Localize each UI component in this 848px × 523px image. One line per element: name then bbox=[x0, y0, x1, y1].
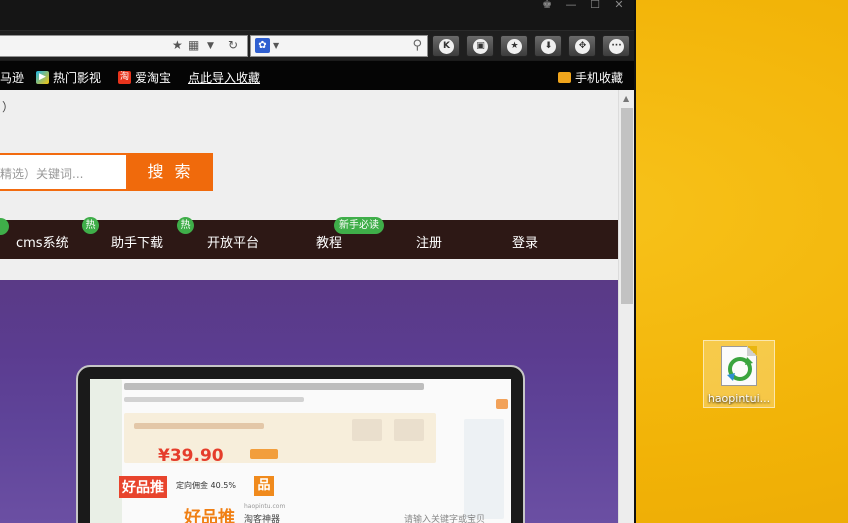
download-button[interactable]: ⬇ bbox=[534, 35, 562, 57]
scroll-thumb[interactable] bbox=[621, 108, 633, 304]
laptop-screen: ¥39.90 好品推 定向佣金 40.5% 品 好品推 haopintu.com… bbox=[90, 379, 511, 523]
lock-button[interactable]: ▣ bbox=[466, 35, 494, 57]
title-bar: ♚ — ☐ ✕ bbox=[0, 0, 634, 30]
blurred-subtitle bbox=[124, 397, 304, 402]
desktop-file-icon[interactable]: haopintui... bbox=[703, 340, 775, 410]
promo-price: ¥39.90 bbox=[158, 446, 224, 466]
k-button[interactable]: K bbox=[432, 35, 460, 57]
star-icon: ★ bbox=[507, 39, 522, 54]
haopintui-logo-large: 好品推 bbox=[184, 508, 235, 523]
header-fragment: ） bbox=[2, 100, 15, 114]
taobao-icon: 淘 bbox=[118, 71, 131, 84]
pin-badge: 品 bbox=[254, 476, 274, 496]
search-button[interactable]: 搜 索 bbox=[128, 153, 213, 191]
desktop-icon-label: haopintui... bbox=[707, 392, 771, 405]
mobile-favorites-folder[interactable]: 手机收藏 bbox=[558, 69, 623, 86]
blurred-stat bbox=[394, 419, 424, 441]
vertical-scrollbar[interactable]: ▲ bbox=[618, 90, 634, 523]
keyword-search-input[interactable]: 精选）关键词... bbox=[0, 153, 128, 191]
nav-item-open-platform[interactable]: 开放平台 bbox=[207, 232, 259, 251]
laptop-illustration: ¥39.90 好品推 定向佣金 40.5% 品 好品推 haopintu.com… bbox=[76, 365, 525, 523]
hot-badge bbox=[0, 218, 9, 235]
game-button[interactable]: ✥ bbox=[568, 35, 596, 57]
main-nav: cms系统 热 助手下载 热 开放平台 新手必读 教程 注册 登录 bbox=[0, 217, 618, 259]
skin-icon[interactable]: ♚ bbox=[536, 0, 558, 14]
baidu-paw-icon[interactable]: ✿ bbox=[255, 38, 270, 53]
search-hint: 请输入关键字或宝贝 bbox=[404, 515, 486, 523]
video-icon: ▶ bbox=[36, 71, 49, 84]
refresh-icon[interactable]: ↻ bbox=[228, 38, 238, 52]
lock-icon: ▣ bbox=[473, 39, 488, 54]
hot-badge: 热 bbox=[82, 217, 99, 234]
blurred-thumbnail bbox=[90, 379, 122, 523]
toolbar: ★ ▦ ▼ ↻ ✿ ▼ ⚲ K ▣ ★ ⬇ ✥ ··· bbox=[0, 30, 634, 60]
nav-item-login[interactable]: 登录 bbox=[512, 232, 538, 251]
download-icon: ⬇ bbox=[541, 39, 556, 54]
scroll-up-icon[interactable]: ▲ bbox=[623, 94, 629, 103]
search-engine-bar[interactable]: ✿ ▼ ⚲ bbox=[250, 35, 428, 57]
commission-text: 定向佣金 40.5% bbox=[176, 481, 236, 490]
blurred-title bbox=[124, 383, 424, 390]
search-placeholder: 精选）关键词... bbox=[0, 167, 84, 181]
qr-icon[interactable]: ▦ bbox=[188, 38, 199, 52]
more-button[interactable]: ··· bbox=[602, 35, 630, 57]
hot-badge: 热 bbox=[177, 217, 194, 234]
blurred-line bbox=[134, 423, 264, 429]
chevron-down-icon[interactable]: ▼ bbox=[207, 41, 214, 51]
sync-arrows-icon bbox=[727, 357, 753, 381]
more-icon: ··· bbox=[609, 39, 624, 54]
file-icon bbox=[721, 346, 757, 386]
blurred-tag bbox=[496, 399, 508, 409]
minimize-button[interactable]: — bbox=[560, 0, 582, 14]
nav-item-register[interactable]: 注册 bbox=[416, 232, 442, 251]
nav-item-tutorial[interactable]: 教程 bbox=[316, 232, 342, 251]
gamepad-icon: ✥ bbox=[575, 39, 590, 54]
favorite-item-taobao[interactable]: 淘 爱淘宝 bbox=[118, 69, 171, 86]
favorite-label: 马逊 bbox=[0, 71, 25, 85]
favorite-label: 点此导入收藏 bbox=[188, 71, 261, 85]
favorites-bar: 马逊 ▶ 热门影视 淘 爱淘宝 点此导入收藏 手机收藏 bbox=[0, 61, 634, 90]
brand-tagline: 淘客神器 bbox=[244, 515, 281, 523]
favorite-button[interactable]: ★ bbox=[500, 35, 528, 57]
favorite-item-video[interactable]: ▶ 热门影视 bbox=[36, 69, 101, 86]
import-favorites-link[interactable]: 点此导入收藏 bbox=[188, 69, 260, 86]
chevron-down-icon[interactable]: ▼ bbox=[273, 41, 279, 50]
folder-icon bbox=[558, 72, 571, 83]
site-url: haopintu.com bbox=[244, 503, 286, 510]
favorite-label: 手机收藏 bbox=[575, 71, 624, 85]
search-icon[interactable]: ⚲ bbox=[412, 38, 422, 53]
favorite-label: 爱淘宝 bbox=[135, 71, 172, 85]
haopintui-logo: 好品推 bbox=[119, 476, 167, 498]
blurred-sidebar bbox=[464, 419, 504, 519]
star-icon[interactable]: ★ bbox=[172, 38, 183, 52]
k-icon: K bbox=[439, 39, 454, 54]
browser-window: ♚ — ☐ ✕ ★ ▦ ▼ ↻ ✿ ▼ ⚲ K ▣ ★ ⬇ ✥ ··· 马逊 ▶… bbox=[0, 0, 636, 523]
web-page: ） 精选）关键词... 搜 索 cms系统 热 助手下载 热 开放平台 新手必读… bbox=[0, 90, 618, 523]
blurred-stat bbox=[352, 419, 382, 441]
blurred-button bbox=[250, 449, 278, 459]
favorite-label: 热门影视 bbox=[53, 71, 102, 85]
maximize-button[interactable]: ☐ bbox=[584, 0, 606, 14]
nav-item-cms[interactable]: cms系统 bbox=[16, 232, 69, 251]
promo-banner[interactable]: ¥39.90 好品推 定向佣金 40.5% 品 好品推 haopintu.com… bbox=[0, 280, 618, 523]
address-bar[interactable]: ★ ▦ ▼ ↻ bbox=[0, 35, 248, 57]
close-button[interactable]: ✕ bbox=[608, 0, 630, 14]
favorite-item-amazon[interactable]: 马逊 bbox=[0, 69, 24, 86]
nav-item-download[interactable]: 助手下载 bbox=[111, 232, 163, 251]
